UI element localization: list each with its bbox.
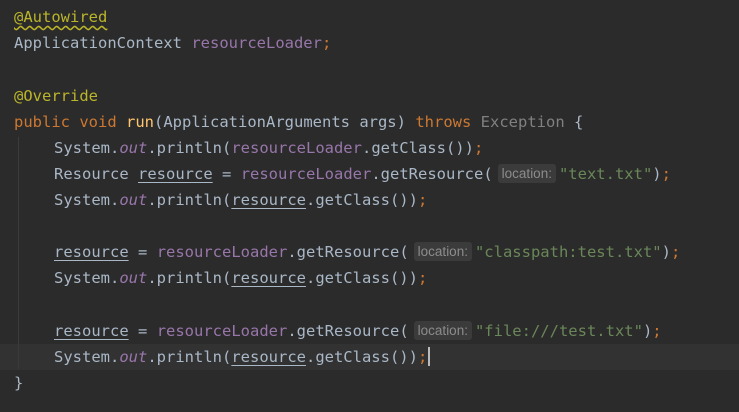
out-field: out: [119, 348, 148, 366]
assign-operator: =: [222, 165, 232, 183]
semicolon: ;: [670, 243, 681, 261]
semicolon: ;: [652, 322, 662, 340]
close-paren: ): [661, 243, 671, 261]
out-field: out: [119, 269, 148, 287]
code-line-6[interactable]: System.out.println(resourceLoader.getCla…: [14, 135, 483, 161]
field-name: resourceLoader: [231, 139, 362, 157]
variable-resource: resource: [231, 191, 306, 209]
assign-operator: =: [138, 322, 148, 340]
keyword-void: void: [79, 113, 117, 131]
keyword-throws: throws: [415, 113, 472, 131]
keyword-public: public: [14, 113, 70, 131]
parameter-hint: location:: [413, 321, 472, 340]
println-call: .println(: [147, 139, 232, 157]
code-line-7[interactable]: Resource resource = resourceLoader.getRe…: [14, 161, 671, 187]
system-ref: System.: [54, 348, 120, 366]
out-field: out: [119, 191, 148, 209]
open-brace: {: [574, 113, 584, 131]
string-literal: "file:///test.txt": [474, 322, 643, 340]
call-rest: .getClass()): [361, 139, 474, 157]
override-annotation: @Override: [14, 87, 98, 105]
println-call: .println(: [147, 191, 232, 209]
autowired-annotation[interactable]: @Autowired: [14, 8, 107, 26]
code-line-5[interactable]: public void run(ApplicationArguments arg…: [14, 109, 583, 135]
out-field: out: [119, 139, 148, 157]
code-line-8[interactable]: System.out.println(resource.getClass());: [14, 187, 427, 213]
string-literal: "classpath:test.txt": [474, 243, 662, 261]
assign-operator: =: [138, 243, 148, 261]
text-caret: [428, 347, 431, 366]
system-ref: System.: [54, 269, 120, 287]
parameter-hint: location:: [413, 242, 472, 261]
semicolon: ;: [661, 165, 671, 183]
semicolon: ;: [417, 269, 428, 287]
string-literal: "text.txt": [558, 165, 653, 183]
field-name: resourceLoader: [156, 322, 288, 340]
system-ref: System.: [54, 139, 120, 157]
close-paren: ): [642, 322, 653, 340]
code-line-15[interactable]: }: [14, 370, 23, 396]
getresource-call: .getResource(: [287, 243, 409, 261]
method-name: run: [126, 113, 155, 131]
getresource-call: .getResource(: [287, 322, 409, 340]
semicolon: ;: [417, 191, 428, 209]
semicolon: ;: [417, 348, 428, 366]
code-line-2[interactable]: ApplicationContext resourceLoader;: [14, 30, 331, 56]
code-line-14[interactable]: System.out.println(resource.getClass());: [14, 344, 431, 370]
println-call: .println(: [147, 348, 232, 366]
field-name: resourceLoader: [156, 243, 288, 261]
variable-resource: resource: [231, 269, 306, 287]
code-line-13[interactable]: resource = resourceLoader.getResource(lo…: [14, 318, 662, 344]
semicolon: ;: [473, 139, 484, 157]
code-line-4[interactable]: @Override: [14, 83, 98, 109]
call-rest: .getClass()): [305, 348, 418, 366]
field-name: resourceLoader: [240, 165, 372, 183]
variable-resource: resource: [54, 243, 129, 261]
code-line-11[interactable]: System.out.println(resource.getClass());: [14, 265, 427, 291]
code-editor[interactable]: @Autowired ApplicationContext resourceLo…: [0, 0, 739, 412]
println-call: .println(: [147, 269, 232, 287]
method-params: (ApplicationArguments args): [154, 113, 406, 131]
field-name: resourceLoader: [191, 34, 322, 52]
parameter-hint: location:: [497, 164, 556, 183]
code-line-10[interactable]: resource = resourceLoader.getResource(lo…: [14, 239, 680, 265]
close-brace: }: [14, 374, 24, 392]
code-line-1[interactable]: @Autowired: [14, 4, 107, 30]
semicolon: ;: [321, 34, 332, 52]
exception-type: Exception: [480, 113, 565, 131]
call-rest: .getClass()): [305, 269, 418, 287]
variable-resource: resource: [231, 348, 306, 366]
getresource-call: .getResource(: [371, 165, 493, 183]
close-paren: ): [652, 165, 662, 183]
variable-resource: resource: [138, 165, 213, 183]
system-ref: System.: [54, 191, 120, 209]
call-rest: .getClass()): [305, 191, 418, 209]
variable-resource: resource: [54, 322, 129, 340]
type-name: ApplicationContext: [14, 34, 182, 52]
type-name: Resource: [54, 165, 129, 183]
